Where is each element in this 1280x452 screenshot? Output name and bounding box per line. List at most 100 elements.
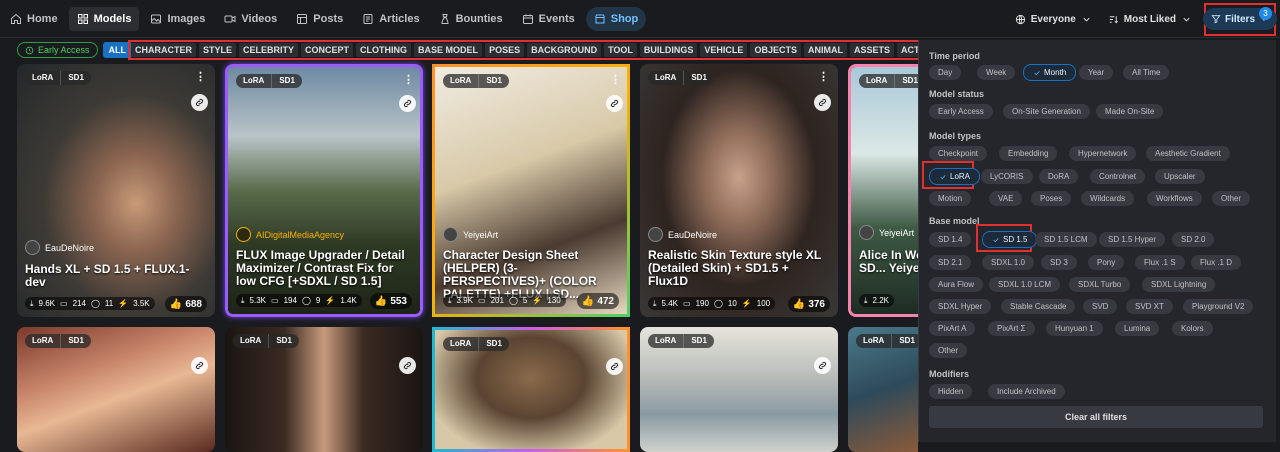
base-kolors-chip[interactable]: Kolors	[1172, 321, 1213, 336]
nav-events[interactable]: Events	[514, 7, 583, 31]
base-pixarta-chip[interactable]: PixArt A	[929, 321, 976, 336]
model-card[interactable]: LoRA SD1 ⋮ EauDeNoire Realistic Skin Text…	[640, 64, 838, 317]
base-sd15hyper-chip[interactable]: SD 1.5 Hyper	[1099, 232, 1166, 247]
category-chip[interactable]: CONCEPT	[301, 43, 354, 57]
type-wildcards-chip[interactable]: Wildcards	[1081, 191, 1135, 206]
category-chip[interactable]: BUILDINGS	[639, 43, 698, 57]
model-card[interactable]: LoRA SD1	[640, 327, 838, 452]
time-week-chip[interactable]: Week	[977, 65, 1016, 80]
model-card[interactable]: LoRA SD1	[225, 327, 423, 452]
type-lora-chip[interactable]: LoRA	[929, 168, 981, 185]
like-button[interactable]: 👍 376	[787, 296, 830, 312]
base-sd14-chip[interactable]: SD 1.4	[929, 232, 972, 247]
base-sdxlturbo-chip[interactable]: SDXL Turbo	[1069, 277, 1131, 292]
base-sdxl10-chip[interactable]: SDXL 1.0	[982, 255, 1034, 270]
card-author[interactable]: AIDigitalMediaAgency	[236, 227, 344, 242]
link-icon[interactable]	[191, 357, 208, 374]
base-sd15lcm-chip[interactable]: SD 1.5 LCM	[1035, 232, 1097, 247]
category-chip[interactable]: ACTION	[896, 43, 918, 57]
nav-home[interactable]: Home	[2, 7, 66, 31]
link-icon[interactable]	[814, 94, 831, 111]
card-author[interactable]: YeiyeiArt	[859, 225, 914, 240]
base-sdxlhyper-chip[interactable]: SDXL Hyper	[929, 299, 992, 314]
sort-dropdown[interactable]: Most Liked	[1100, 14, 1200, 25]
card-title[interactable]: Hands XL + SD 1.5 + FLUX.1-dev	[25, 263, 207, 289]
base-sdxllightning-chip[interactable]: SDXL Lightning	[1142, 277, 1216, 292]
type-workflows-chip[interactable]: Workflows	[1147, 191, 1202, 206]
category-chip[interactable]: CHARACTER	[131, 43, 196, 57]
card-title[interactable]: FLUX Image Upgrader / Detail Maximizer /…	[236, 249, 412, 288]
base-stablecascade-chip[interactable]: Stable Cascade	[1001, 299, 1076, 314]
base-pony-chip[interactable]: Pony	[1088, 255, 1125, 270]
type-controlnet-chip[interactable]: Controlnet	[1090, 169, 1145, 184]
base-other-chip[interactable]: Other	[929, 343, 968, 358]
model-card[interactable]: LoRA SD1 ⋮ YeiyeiArt Character Design She…	[432, 64, 630, 317]
card-author[interactable]: EauDeNoire	[25, 240, 94, 255]
base-sd21-chip[interactable]: SD 2.1	[929, 255, 972, 270]
time-month-chip[interactable]: Month	[1023, 64, 1077, 81]
type-hypernetwork-chip[interactable]: Hypernetwork	[1069, 146, 1137, 161]
category-chip[interactable]: ANIMAL	[803, 43, 847, 57]
modifier-archived-chip[interactable]: Include Archived	[988, 384, 1065, 399]
base-sd3-chip[interactable]: SD 3	[1041, 255, 1077, 270]
base-hunyuan-chip[interactable]: Hunyuan 1	[1046, 321, 1103, 336]
link-icon[interactable]	[399, 95, 416, 112]
type-embedding-chip[interactable]: Embedding	[999, 146, 1058, 161]
nav-shop[interactable]: Shop	[585, 6, 647, 31]
category-chip[interactable]: TOOL	[604, 43, 637, 57]
early-access-toggle[interactable]: Early Access	[17, 42, 98, 58]
type-motion-chip[interactable]: Motion	[929, 191, 972, 206]
base-sd15-chip[interactable]: SD 1.5	[982, 231, 1038, 248]
status-onsite-gen-chip[interactable]: On-Site Generation	[1003, 104, 1090, 119]
base-svd-chip[interactable]: SVD	[1083, 299, 1118, 314]
type-aesthetic-chip[interactable]: Aesthetic Gradient	[1146, 146, 1230, 161]
base-auraflow-chip[interactable]: Aura Flow	[929, 277, 984, 292]
base-lumina-chip[interactable]: Lumina	[1115, 321, 1160, 336]
type-vae-chip[interactable]: VAE	[989, 191, 1023, 206]
status-made-onsite-chip[interactable]: Made On-Site	[1096, 104, 1164, 119]
link-icon[interactable]	[399, 357, 416, 374]
like-button[interactable]: 👍 553	[369, 293, 412, 309]
clear-filters-button[interactable]: Clear all filters	[929, 406, 1263, 428]
card-author[interactable]: EauDeNoire	[648, 227, 717, 242]
card-title[interactable]: Alice In Wo... FLUX | SD... YeiyeiArt	[859, 249, 918, 275]
nav-bounties[interactable]: Bounties	[431, 7, 511, 31]
base-flux1s-chip[interactable]: Flux .1 S	[1135, 255, 1185, 270]
more-options-icon[interactable]: ⋮	[818, 70, 829, 83]
category-chip[interactable]: BACKGROUND	[527, 43, 602, 57]
like-button[interactable]: 👍 688	[164, 296, 207, 312]
type-poses-chip[interactable]: Poses	[1031, 191, 1072, 206]
type-lycoris-chip[interactable]: LyCORIS	[981, 169, 1033, 184]
time-day-chip[interactable]: Day	[929, 65, 962, 80]
category-chip[interactable]: POSES	[485, 43, 525, 57]
base-sdxl10lcm-chip[interactable]: SDXL 1.0 LCM	[989, 277, 1061, 292]
more-options-icon[interactable]: ⋮	[403, 73, 414, 86]
base-playgroundv2-chip[interactable]: Playground V2	[1183, 299, 1254, 314]
type-dora-chip[interactable]: DoRA	[1039, 169, 1079, 184]
model-card[interactable]: LoRA SD1 ⋮ EauDeNoire Hands XL + SD 1.5 +…	[17, 64, 215, 317]
category-chip[interactable]: BASE MODEL	[414, 43, 483, 57]
more-options-icon[interactable]: ⋮	[195, 70, 206, 83]
model-card[interactable]: LoRASD1 YeiyeiArt Alice In Wo... FLUX | …	[848, 64, 918, 317]
nav-images[interactable]: Images	[142, 7, 213, 31]
model-card[interactable]: LoRA SD1	[17, 327, 215, 452]
status-early-access-chip[interactable]: Early Access	[929, 104, 993, 119]
link-icon[interactable]	[814, 357, 831, 374]
base-pixartsigma-chip[interactable]: PixArt Σ	[988, 321, 1035, 336]
link-icon[interactable]	[191, 94, 208, 111]
category-chip[interactable]: CLOTHING	[356, 43, 412, 57]
model-card[interactable]: LoRA SD1	[848, 327, 918, 452]
browsing-level-dropdown[interactable]: Everyone	[1007, 14, 1100, 25]
category-chip[interactable]: ASSETS	[849, 43, 894, 57]
nav-articles[interactable]: Articles	[354, 7, 427, 31]
card-title[interactable]: Realistic Skin Texture style XL (Detaile…	[648, 249, 830, 288]
category-chip[interactable]: STYLE	[199, 43, 237, 57]
time-all-chip[interactable]: All Time	[1123, 65, 1170, 80]
category-chip[interactable]: VEHICLE	[700, 43, 748, 57]
nav-posts[interactable]: Posts	[288, 7, 351, 31]
category-chip[interactable]: OBJECTS	[750, 43, 801, 57]
card-author[interactable]: YeiyeiArt	[443, 227, 498, 242]
nav-models[interactable]: Models	[68, 6, 140, 31]
base-flux1d-chip[interactable]: Flux .1 D	[1191, 255, 1242, 270]
category-chip[interactable]: CELEBRITY	[239, 43, 299, 57]
